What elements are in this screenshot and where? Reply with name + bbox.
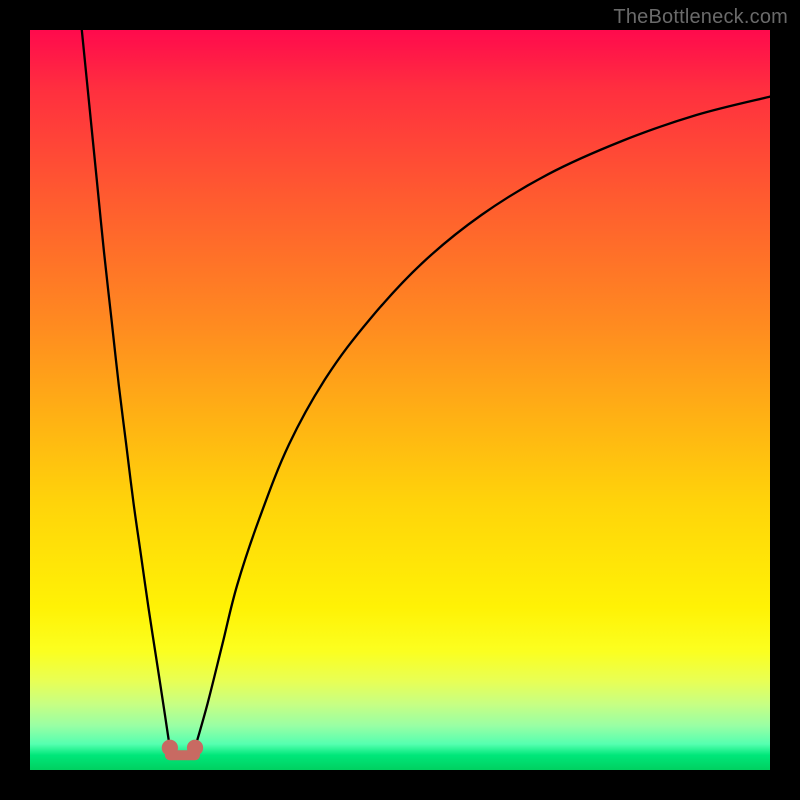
- left-descent-curve: [82, 30, 170, 748]
- right-ascent-curve: [195, 97, 770, 748]
- curve-layer: [30, 30, 770, 770]
- plot-area: [30, 30, 770, 770]
- valley-marker-left: [162, 740, 178, 756]
- watermark-text: TheBottleneck.com: [613, 6, 788, 29]
- chart-frame: TheBottleneck.com: [0, 0, 800, 800]
- valley-marker-right: [187, 740, 203, 756]
